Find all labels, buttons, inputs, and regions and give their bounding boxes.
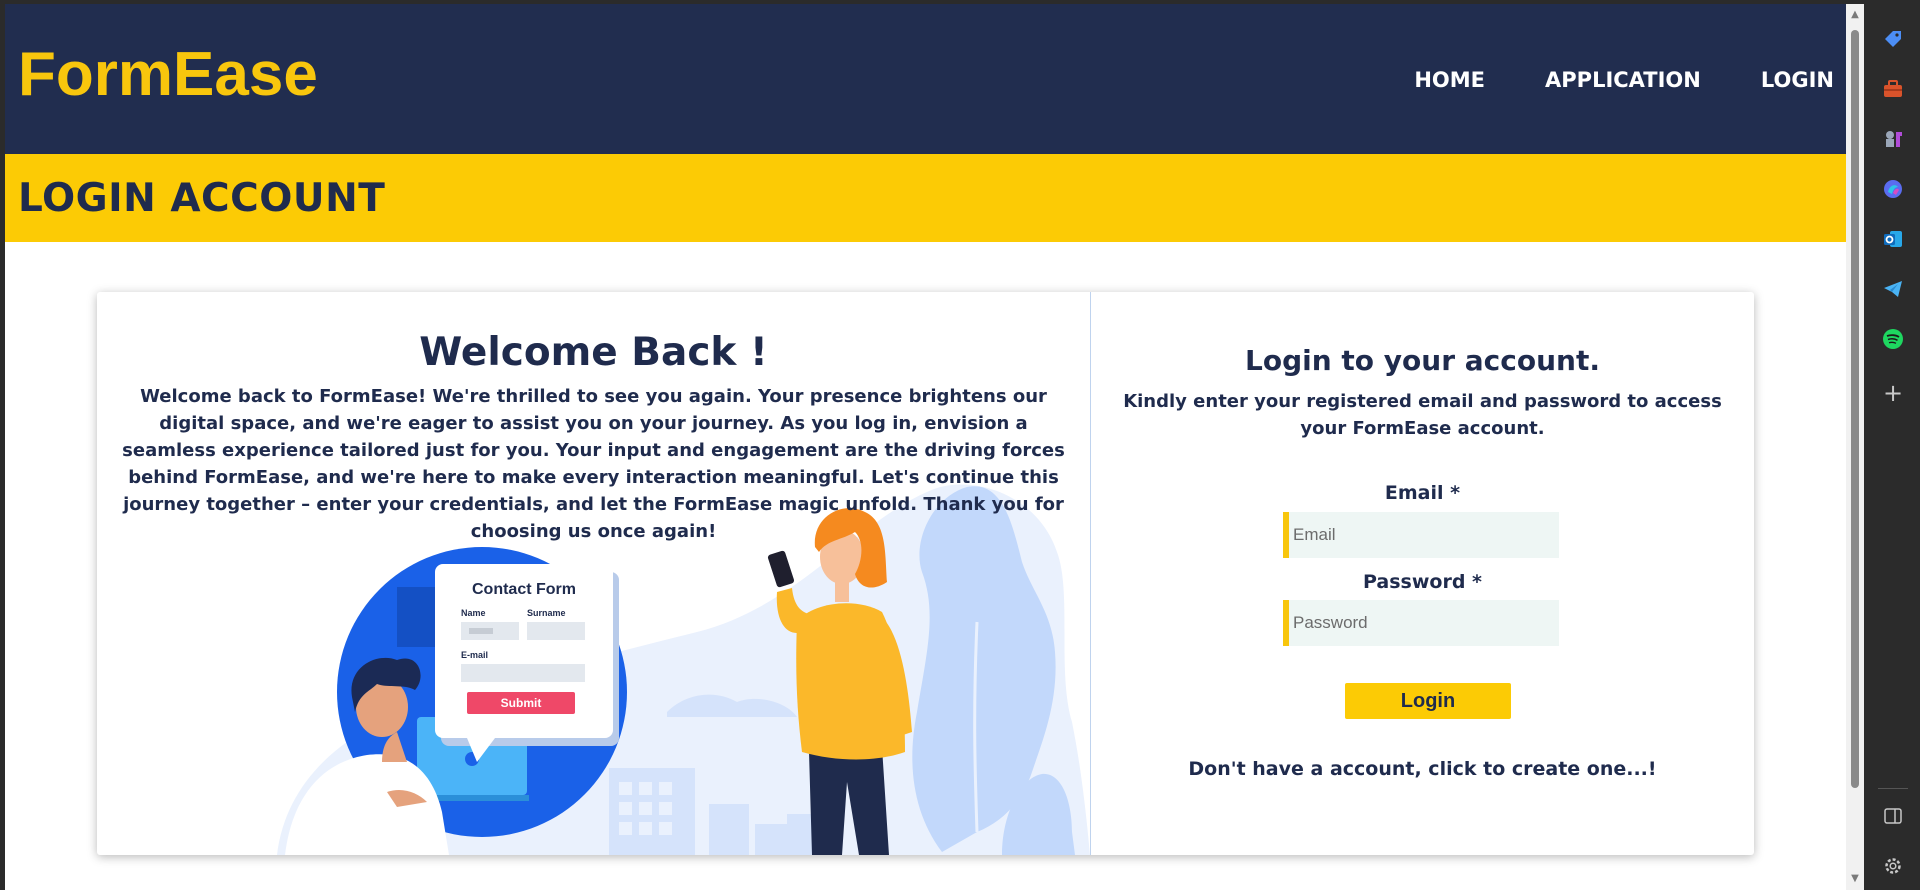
password-input[interactable]: [1283, 600, 1559, 646]
building: [709, 804, 749, 855]
login-card: Contact Form Name Surname E-mail Submit: [97, 292, 1754, 855]
email-input[interactable]: [1283, 512, 1559, 558]
nav-application[interactable]: APPLICATION: [1545, 68, 1701, 92]
outlook-icon[interactable]: [1882, 228, 1904, 250]
page-banner: LOGIN ACCOUNT: [5, 154, 1846, 242]
panel-icon[interactable]: [1882, 805, 1904, 827]
scrollbar-thumb[interactable]: [1851, 30, 1859, 788]
telegram-icon[interactable]: [1882, 278, 1904, 300]
main-nav: HOME APPLICATION LOGIN: [1414, 68, 1834, 92]
welcome-panel: Contact Form Name Surname E-mail Submit: [97, 292, 1091, 855]
scroll-down-arrow-icon[interactable]: ▼: [1850, 874, 1860, 884]
add-icon[interactable]: +: [1882, 381, 1904, 405]
brand-logo[interactable]: FormEase: [18, 44, 318, 106]
password-label: Password *: [1363, 571, 1482, 593]
login-panel: Login to your account. Kindly enter your…: [1091, 292, 1754, 855]
login-subtitle: Kindly enter your registered email and p…: [1123, 391, 1722, 439]
welcome-message: Welcome back to FormEase! We're thrilled…: [122, 386, 1065, 542]
browser-viewport: FormEase HOME APPLICATION LOGIN LOGIN AC…: [5, 4, 1846, 890]
phone: [767, 550, 795, 588]
create-account-link[interactable]: Don't have a account, click to create on…: [1091, 758, 1754, 780]
login-button[interactable]: Login: [1345, 683, 1511, 719]
tag-icon[interactable]: [1882, 28, 1904, 50]
nav-login[interactable]: LOGIN: [1761, 68, 1834, 92]
page-title: LOGIN ACCOUNT: [18, 176, 386, 221]
nav-home[interactable]: HOME: [1414, 68, 1485, 92]
login-title: Login to your account.: [1245, 344, 1600, 377]
sidebar-divider: [1878, 788, 1908, 789]
toolbox-icon[interactable]: [1882, 78, 1904, 100]
vertical-scrollbar[interactable]: ▲ ▼: [1846, 4, 1864, 890]
form-card-title: Contact Form: [472, 581, 576, 598]
form-card-surname-label: Surname: [527, 608, 566, 618]
chess-icon[interactable]: [1882, 128, 1904, 150]
scroll-up-arrow-icon[interactable]: ▲: [1850, 10, 1860, 20]
copilot-icon[interactable]: [1882, 178, 1904, 200]
form-card-submit-label: Submit: [501, 696, 542, 710]
spotify-icon[interactable]: [1882, 328, 1904, 350]
form-card-email-label: E-mail: [461, 650, 488, 660]
form-card-name-label: Name: [461, 608, 486, 618]
site-header: FormEase HOME APPLICATION LOGIN: [5, 4, 1846, 154]
browser-sidebar: +: [1864, 0, 1920, 890]
email-label: Email *: [1384, 482, 1461, 504]
settings-icon[interactable]: [1882, 855, 1904, 877]
welcome-illustration: Contact Form Name Surname E-mail Submit: [277, 484, 1090, 855]
